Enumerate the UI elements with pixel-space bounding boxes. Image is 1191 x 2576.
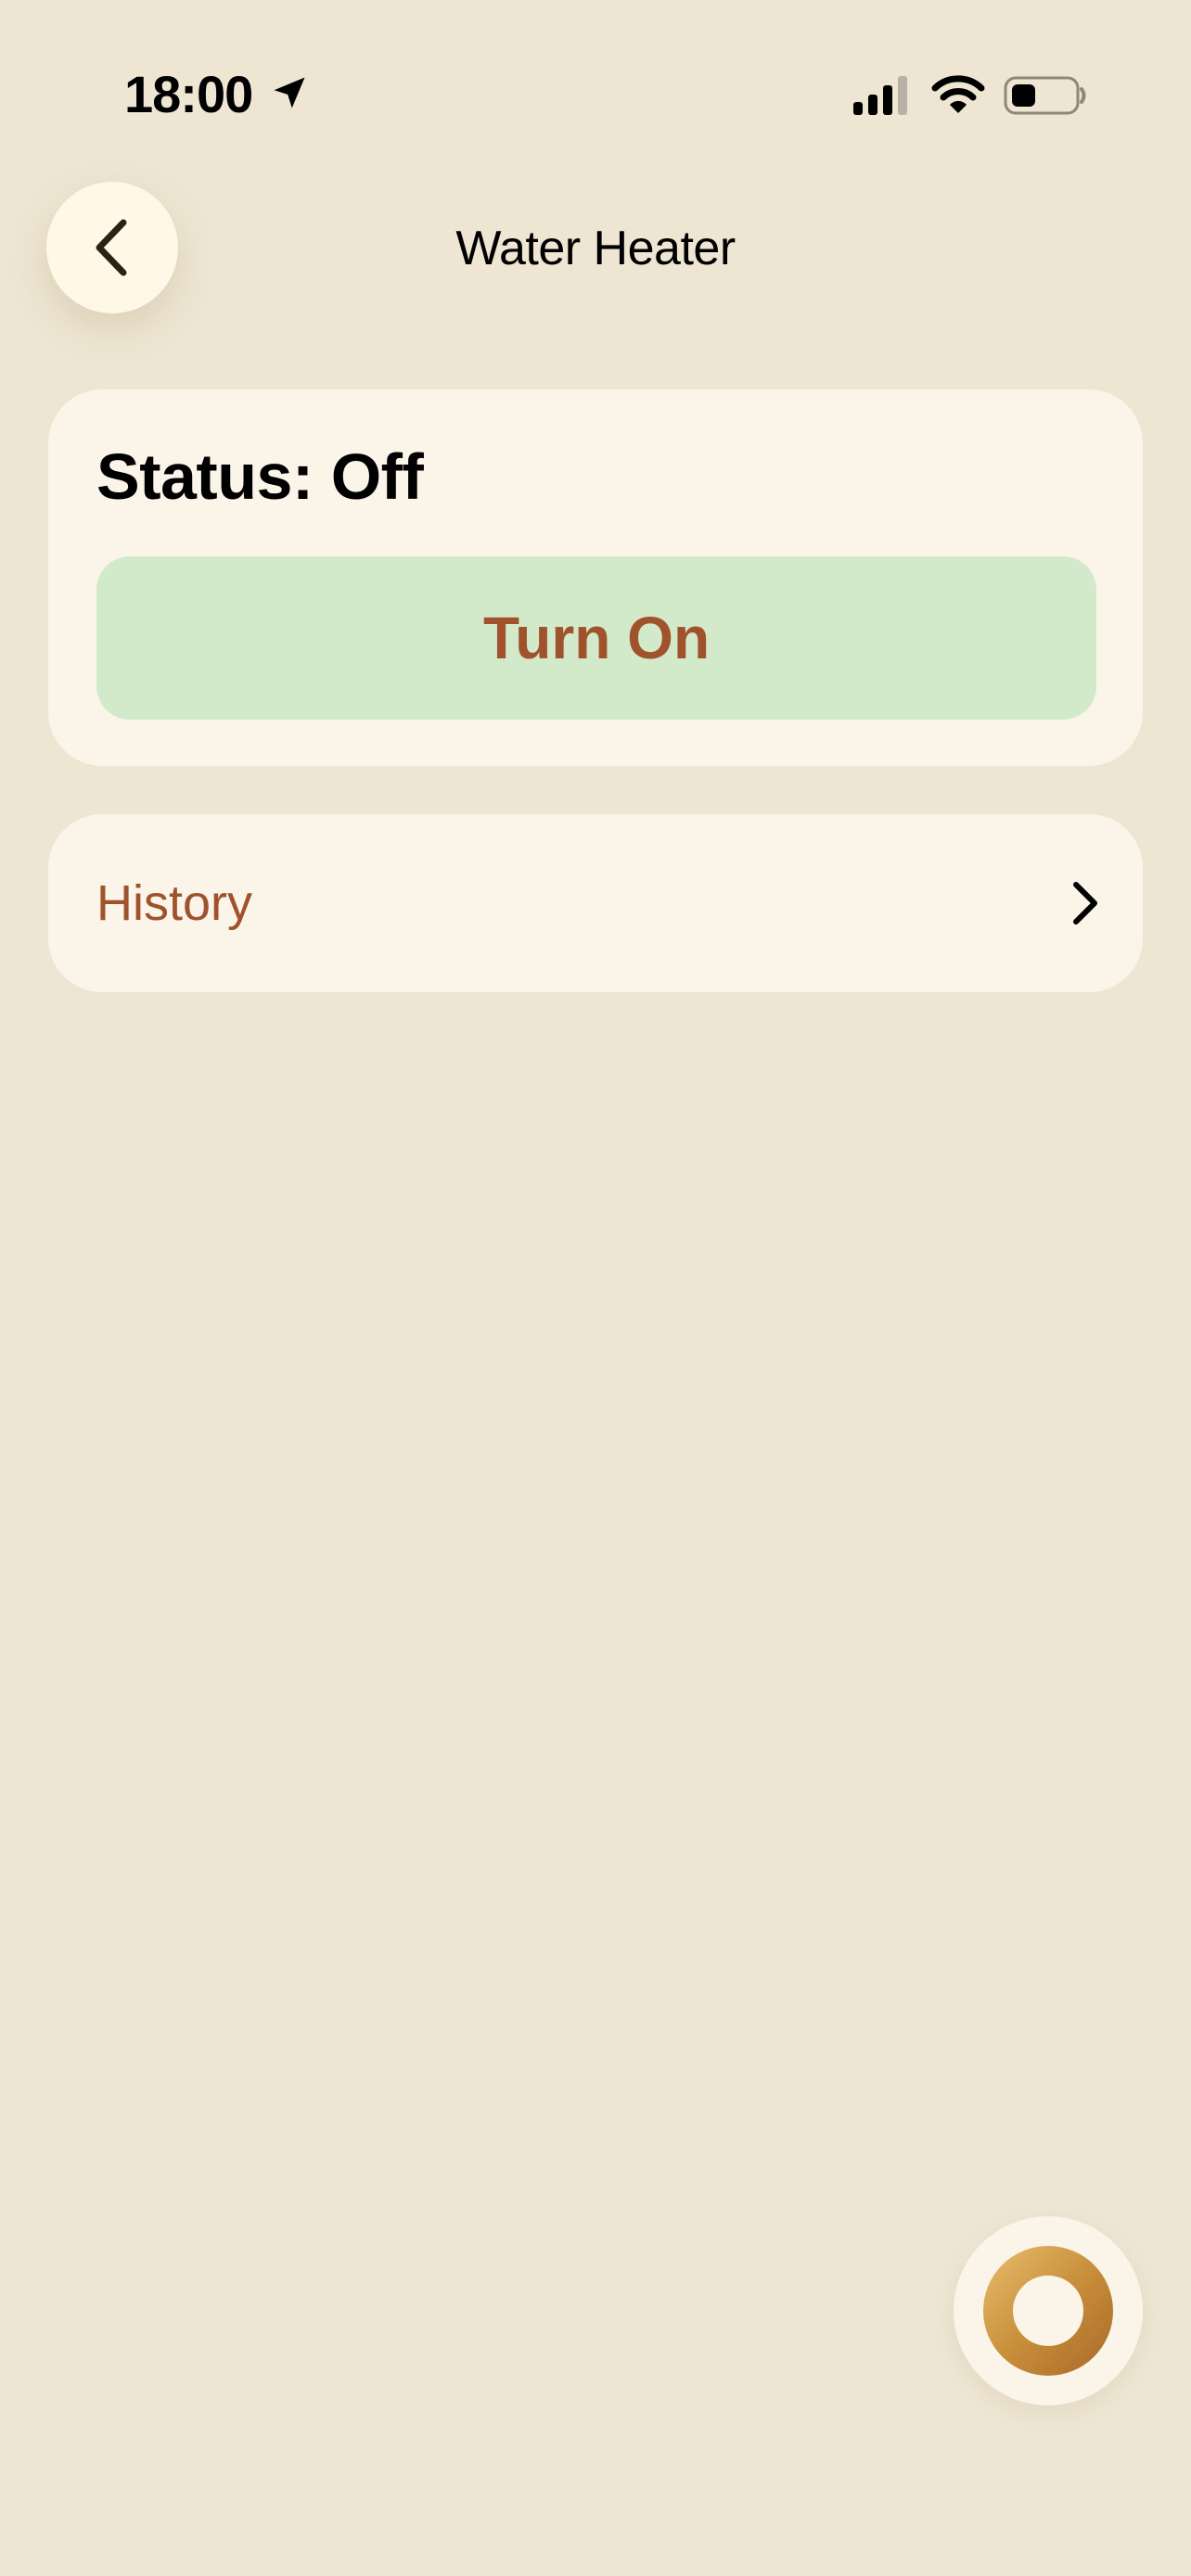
turn-on-button[interactable]: Turn On <box>96 556 1096 720</box>
cellular-signal-icon <box>853 76 907 115</box>
page-title: Water Heater <box>455 222 736 275</box>
turn-on-button-label: Turn On <box>482 605 711 671</box>
status-card: Status: Off Turn On <box>48 389 1143 766</box>
history-row[interactable]: History <box>48 814 1143 992</box>
status-text: Status: Off <box>96 440 424 513</box>
status-bar: 18:00 <box>0 0 1191 185</box>
chevron-right-icon <box>1073 882 1097 925</box>
assistant-button[interactable] <box>954 2216 1143 2405</box>
history-label: History <box>96 875 253 931</box>
assistant-ring-icon <box>983 2246 1113 2376</box>
wifi-icon <box>931 75 985 113</box>
battery-icon <box>1004 76 1086 115</box>
assistant-ring-core <box>1013 2276 1083 2346</box>
status-time: 18:00 <box>124 65 253 123</box>
location-arrow-icon <box>274 77 305 108</box>
